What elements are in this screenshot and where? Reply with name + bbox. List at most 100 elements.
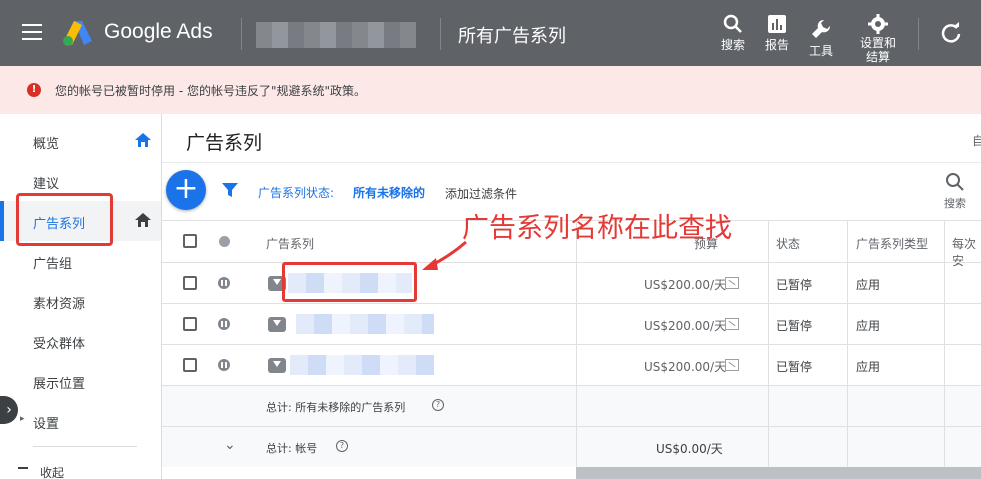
sidebar-item-label: 受众群体 [33, 337, 86, 352]
error-icon: ! [27, 83, 41, 97]
help-icon[interactable]: ? [336, 440, 348, 452]
add-campaign-button[interactable]: + [166, 170, 206, 210]
sidebar-item-label: 素材资源 [33, 297, 86, 312]
reports-label: 报告 [764, 38, 789, 52]
help-icon[interactable]: ? [432, 399, 444, 411]
budget-chart-icon[interactable] [725, 318, 739, 330]
gear-icon [868, 14, 888, 34]
sidebar-item-assets[interactable]: 素材资源 [0, 281, 161, 321]
bar-chart-icon [768, 15, 786, 33]
minus-icon [18, 467, 28, 469]
total-account-row: ⌄ 总计: 帐号 ? US$0.00/天 [162, 426, 981, 467]
sidebar-item-audiences[interactable]: 受众群体 [0, 321, 161, 361]
campaign-name-link[interactable] [290, 355, 434, 375]
status-dot-icon [219, 236, 230, 247]
sidebar-item-overview[interactable]: 概览 [0, 121, 161, 161]
main-title: 广告系列 [186, 132, 263, 154]
divider [241, 18, 242, 50]
column-divider [768, 263, 769, 303]
settings-label: 设置和 结算 [859, 36, 896, 64]
column-divider [768, 386, 769, 426]
menu-icon[interactable] [22, 24, 42, 40]
row-checkbox[interactable] [183, 358, 197, 372]
sidebar-item-label: 设置 [33, 417, 60, 432]
refresh-button[interactable] [940, 22, 962, 48]
column-divider [944, 386, 945, 426]
filter-value[interactable]: 所有未移除的 [353, 184, 425, 201]
tools-button[interactable]: 工具 [806, 18, 836, 59]
header-status[interactable]: 状态 [776, 235, 800, 252]
sidebar-collapse[interactable]: 收起 [0, 454, 161, 479]
table-row[interactable]: US$200.00/天 已暂停 应用 [162, 303, 981, 344]
header-campaign-type[interactable]: 广告系列类型 [856, 235, 928, 252]
expand-arrow-icon: ▸ [20, 414, 25, 424]
reports-button[interactable]: 报告 [762, 14, 792, 53]
annotation-arrow-icon [422, 240, 467, 270]
campaigns-table: 广告系列 预算 状态 广告系列类型 每次安 US$200.00/天 已暂停 应用… [162, 220, 981, 479]
budget-value: US$200.00/天 [644, 360, 727, 374]
account-suspended-banner: ! 您的帐号已被暂时停用 - 您的帐号违反了"规避系统"政策。 [0, 66, 981, 114]
status-value: 已暂停 [776, 360, 813, 374]
wrench-icon [812, 19, 831, 38]
column-divider [944, 345, 945, 385]
search-label: 搜索 [720, 38, 745, 52]
sidebar-item-label: 概览 [33, 137, 60, 152]
divider [440, 18, 441, 50]
annotation-text: 广告系列名称在此查找 [462, 213, 732, 244]
column-divider [847, 263, 848, 303]
budget-chart-icon[interactable] [725, 359, 739, 371]
table-row[interactable]: US$200.00/天 已暂停 应用 [162, 344, 981, 385]
sidebar: 概览 建议 广告系列 广告组 素材资源 受众群体 展示位置 ▸ 设置 收起 [0, 114, 162, 479]
column-divider [576, 304, 577, 344]
home-icon [135, 133, 151, 147]
row-checkbox[interactable] [183, 317, 197, 331]
table-search-button[interactable]: 搜索 [944, 172, 966, 211]
total-campaigns-row: 总计: 所有未移除的广告系列 ? [162, 385, 981, 426]
filter-label[interactable]: 广告系列状态: [258, 184, 334, 201]
budget-chart-icon[interactable] [725, 277, 739, 289]
column-divider [768, 221, 769, 262]
horizontal-scrollbar[interactable] [576, 467, 981, 479]
campaign-name-highlight-box [282, 262, 417, 302]
brand-name: Google Ads [104, 20, 213, 43]
budget-value: US$200.00/天 [644, 278, 727, 292]
column-divider [576, 427, 577, 467]
sidebar-item-settings[interactable]: ▸ 设置 [0, 401, 161, 441]
column-divider [847, 345, 848, 385]
select-all-checkbox[interactable] [183, 234, 197, 248]
sidebar-item-ad-groups[interactable]: 广告组 [0, 241, 161, 281]
sidebar-item-label: 建议 [33, 177, 60, 192]
search-button[interactable]: 搜索 [718, 14, 748, 53]
home-icon [135, 213, 151, 227]
type-value: 应用 [856, 278, 881, 292]
column-divider [576, 345, 577, 385]
column-divider [576, 386, 577, 426]
sidebar-item-label: 广告组 [33, 257, 73, 272]
row-checkbox[interactable] [183, 276, 197, 290]
paused-icon[interactable] [218, 277, 230, 289]
column-divider [576, 263, 577, 303]
app-campaign-icon [268, 317, 286, 332]
column-divider [768, 304, 769, 344]
paused-icon[interactable] [218, 359, 230, 371]
header-campaign[interactable]: 广告系列 [266, 235, 314, 252]
account-selector[interactable] [256, 22, 416, 48]
chevron-down-icon[interactable]: ⌄ [224, 437, 236, 453]
status-value: 已暂停 [776, 278, 813, 292]
sidebar-item-placements[interactable]: 展示位置 [0, 361, 161, 401]
type-value: 应用 [856, 360, 881, 374]
collapse-label: 收起 [40, 466, 65, 479]
column-divider [847, 304, 848, 344]
add-filter-button[interactable]: 添加过滤条件 [445, 185, 517, 202]
divider [33, 446, 137, 447]
settings-billing-button[interactable]: 设置和 结算 [856, 14, 900, 64]
campaign-name-link[interactable] [296, 314, 434, 334]
page-title: 所有广告系列 [458, 26, 566, 47]
status-value: 已暂停 [776, 319, 813, 333]
budget-value: US$200.00/天 [644, 319, 727, 333]
auto-label: 自 [972, 134, 981, 148]
paused-icon[interactable] [218, 318, 230, 330]
app-campaign-icon [268, 358, 286, 373]
google-ads-logo[interactable] [62, 19, 94, 47]
filter-icon[interactable] [222, 182, 238, 198]
